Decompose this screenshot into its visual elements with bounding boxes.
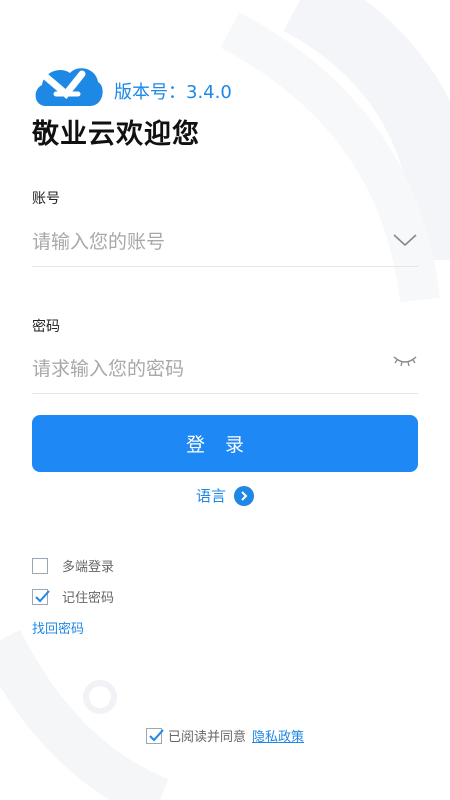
multi-login-checkbox[interactable] (32, 557, 48, 574)
find-password-link[interactable]: 找回密码 (32, 618, 84, 637)
password-field (32, 347, 418, 394)
header: 版本号：3.4.0 敬业云欢迎您 (32, 58, 432, 158)
chevron-down-icon[interactable] (392, 230, 418, 250)
remember-password-option[interactable]: 记住密码 (32, 587, 114, 606)
password-input[interactable] (32, 347, 362, 391)
multi-login-label: 多端登录 (62, 560, 115, 575)
eye-closed-icon[interactable] (392, 349, 418, 369)
remember-password-label: 记住密码 (62, 591, 115, 606)
version-label: 版本号：3.4.0 (114, 82, 232, 103)
checkmark-icon (149, 728, 164, 741)
account-label: 账号 (32, 191, 60, 207)
welcome-title: 敬业云欢迎您 (32, 119, 200, 150)
login-button[interactable]: 登录 (32, 415, 418, 472)
arrow-right-circle-icon (234, 485, 254, 506)
agreement-text: 已阅读并同意 (167, 730, 246, 745)
password-label: 密码 (32, 319, 60, 335)
checkmark-icon (35, 589, 50, 602)
multi-login-option[interactable]: 多端登录 (32, 556, 114, 575)
privacy-agreement: 已阅读并同意 隐私政策 (0, 726, 450, 745)
account-field (32, 220, 418, 267)
agreement-checkbox[interactable] (145, 727, 164, 744)
account-input[interactable] (32, 220, 362, 264)
language-label: 语言 (195, 487, 226, 505)
language-link[interactable]: 语言 (0, 485, 450, 506)
app-logo-icon (34, 66, 103, 106)
privacy-policy-link[interactable]: 隐私政策 (252, 726, 304, 745)
remember-password-checkbox[interactable] (32, 588, 50, 605)
